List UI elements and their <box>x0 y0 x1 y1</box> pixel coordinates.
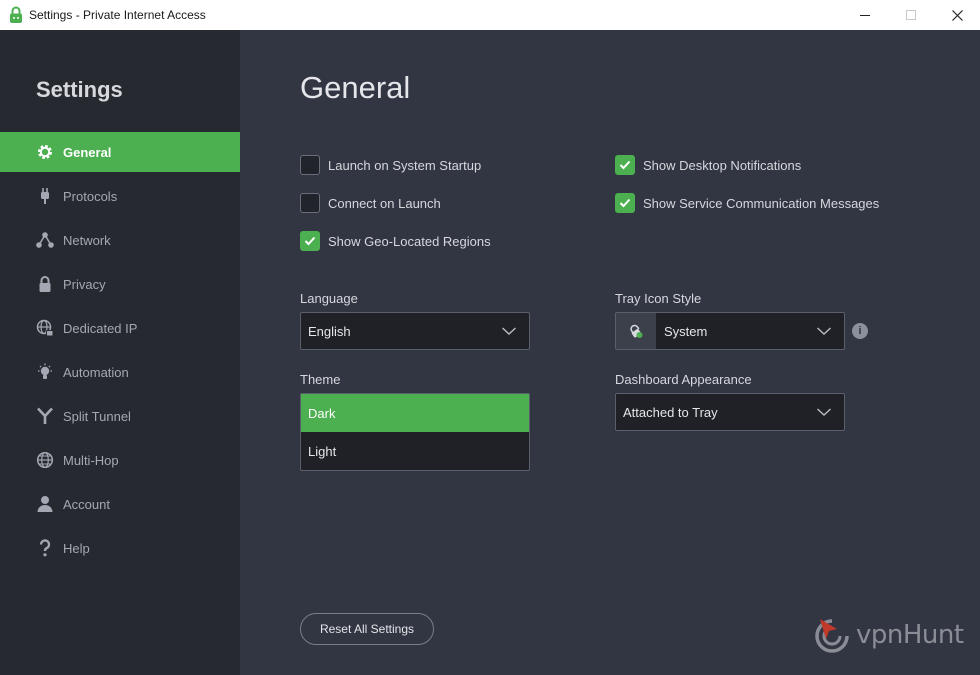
maximize-button[interactable] <box>888 0 934 30</box>
sidebar-item-label: Split Tunnel <box>63 408 131 424</box>
dashboard-appearance-dropdown[interactable]: Attached to Tray <box>615 393 845 431</box>
chevron-down-icon <box>817 327 831 335</box>
checkmark-icon <box>304 236 316 246</box>
launch-on-startup-checkbox[interactable]: Launch on System Startup <box>300 155 481 175</box>
bulb-icon <box>36 363 54 381</box>
checkbox-label: Show Geo-Located Regions <box>328 233 491 249</box>
minimize-button[interactable] <box>842 0 888 30</box>
vpnhunt-watermark: vpnHunt <box>812 617 964 653</box>
theme-label: Theme <box>300 372 341 387</box>
checkmark-icon <box>619 198 631 208</box>
window-title: Settings - Private Internet Access <box>29 8 206 22</box>
split-icon <box>36 407 54 425</box>
checkbox-box[interactable] <box>300 193 320 213</box>
sidebar-item-label: Help <box>63 540 90 556</box>
sidebar-item-privacy[interactable]: Privacy <box>0 264 240 304</box>
service-messages-checkbox[interactable]: Show Service Communication Messages <box>615 193 879 213</box>
sidebar-item-dedicated-ip[interactable]: Dedicated IP <box>0 308 240 348</box>
globe-lock-icon <box>36 319 54 337</box>
language-label: Language <box>300 291 358 306</box>
info-icon[interactable]: i <box>852 323 868 339</box>
language-value: English <box>308 323 351 339</box>
dashboard-appearance-label: Dashboard Appearance <box>615 372 752 387</box>
chevron-down-icon <box>502 327 516 335</box>
watermark-text: vpnHunt <box>856 620 964 650</box>
question-icon <box>36 539 54 557</box>
sidebar-item-split-tunnel[interactable]: Split Tunnel <box>0 396 240 436</box>
theme-option-dark[interactable]: Dark <box>301 394 529 432</box>
sidebar-item-protocols[interactable]: Protocols <box>0 176 240 216</box>
show-geo-regions-checkbox[interactable]: Show Geo-Located Regions <box>300 231 491 251</box>
sidebar-item-label: Protocols <box>63 188 118 204</box>
sidebar-item-label: Automation <box>63 364 129 380</box>
page-title: General <box>300 70 411 105</box>
settings-sidebar: Settings General Protocols Network Priva… <box>0 30 240 675</box>
sidebar-item-label: Dedicated IP <box>63 320 138 336</box>
pia-lock-icon <box>10 6 22 23</box>
sidebar-item-label: Account <box>63 496 110 512</box>
sidebar-item-account[interactable]: Account <box>0 484 240 524</box>
maximize-icon <box>906 10 916 20</box>
lock-icon <box>36 275 54 293</box>
language-dropdown[interactable]: English <box>300 312 530 350</box>
tray-icon-style-value: System <box>664 323 708 339</box>
checkbox-label: Connect on Launch <box>328 195 441 211</box>
checkbox-label: Show Service Communication Messages <box>643 195 880 211</box>
sidebar-item-network[interactable]: Network <box>0 220 240 260</box>
theme-option-light[interactable]: Light <box>301 432 529 470</box>
tray-icon-style-dropdown[interactable]: System <box>615 312 845 350</box>
sidebar-item-label: General <box>63 144 112 160</box>
sidebar-item-help[interactable]: Help <box>0 528 240 568</box>
reset-all-settings-button[interactable]: Reset All Settings <box>300 613 434 645</box>
checkbox-box[interactable] <box>615 155 635 175</box>
general-settings-panel: General Launch on System Startup Connect… <box>240 30 980 675</box>
network-icon <box>36 231 54 249</box>
sidebar-item-label: Network <box>63 232 111 248</box>
connect-on-launch-checkbox[interactable]: Connect on Launch <box>300 193 441 213</box>
sidebar-item-label: Privacy <box>63 276 106 292</box>
close-icon <box>951 9 963 21</box>
chevron-down-icon <box>817 408 831 416</box>
vpnhunt-logo-icon <box>815 619 849 653</box>
globe-icon <box>36 451 54 469</box>
tray-icon-style-label: Tray Icon Style <box>615 291 702 306</box>
plug-icon <box>36 187 54 205</box>
tray-preview-icon <box>616 313 656 349</box>
minimize-icon <box>860 15 870 16</box>
sidebar-item-general[interactable]: General <box>0 132 240 172</box>
user-icon <box>36 495 54 513</box>
gear-icon <box>36 143 54 161</box>
sidebar-title: Settings <box>36 77 123 102</box>
sidebar-item-label: Multi-Hop <box>63 452 119 468</box>
dashboard-appearance-value: Attached to Tray <box>623 404 718 420</box>
close-button[interactable] <box>934 0 980 30</box>
checkbox-label: Launch on System Startup <box>328 157 482 173</box>
theme-dropdown-list[interactable]: Dark Light <box>300 393 530 471</box>
desktop-notifications-checkbox[interactable]: Show Desktop Notifications <box>615 155 801 175</box>
window-titlebar: Settings - Private Internet Access <box>0 0 980 30</box>
checkbox-box[interactable] <box>300 155 320 175</box>
checkbox-box[interactable] <box>300 231 320 251</box>
sidebar-item-automation[interactable]: Automation <box>0 352 240 392</box>
sidebar-item-multi-hop[interactable]: Multi-Hop <box>0 440 240 480</box>
checkbox-label: Show Desktop Notifications <box>643 157 802 173</box>
checkmark-icon <box>619 160 631 170</box>
checkbox-box[interactable] <box>615 193 635 213</box>
